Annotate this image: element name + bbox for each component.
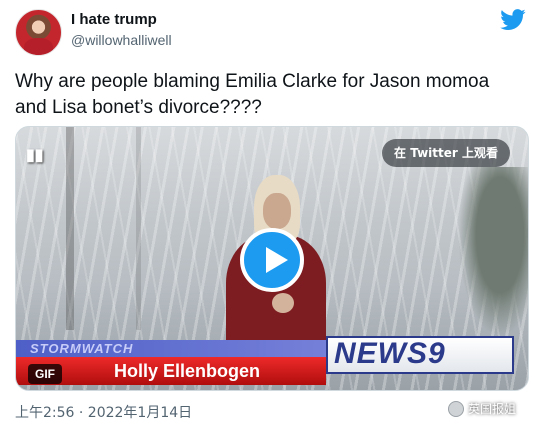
wechat-account-icon [447,401,464,417]
watermark-text: 英国报姐 [467,402,516,416]
play-icon[interactable] [240,228,304,292]
watermark: 英国报姐 [444,398,522,420]
watch-on-twitter-button[interactable]: 在 Twitter 上观看 [382,139,510,167]
stormwatch-label: STORMWATCH [30,341,134,356]
twitter-bird-icon[interactable] [500,9,526,31]
tweet-text: Why are people blaming Emilia Clarke for… [15,69,520,121]
tweet-text-line: and Lisa bonet’s divorce???? [15,97,262,118]
avatar[interactable] [15,9,62,56]
gif-media[interactable]: ▮▮ 在 Twitter 上观看 STORMWATCH Holly Ellenb… [15,126,529,391]
background-tree [458,167,528,337]
author-display-name[interactable]: I hate trump [71,11,157,28]
channel-corner-logo: ▮▮ [26,147,44,164]
news-lower-third: STORMWATCH Holly Ellenbogen NEWS9 [16,336,528,390]
tweet-text-line: Why are people blaming Emilia Clarke for… [15,71,490,92]
background-pole [66,127,74,330]
gif-badge: GIF [28,364,62,384]
tweet-timestamp[interactable]: 上午2:56 · 2022年1月14日 [15,402,192,422]
background-pole [136,127,141,330]
reporter-name: Holly Ellenbogen [114,361,261,381]
author-handle[interactable]: @willowhalliwell [71,32,172,48]
news9-logo: NEWS9 [334,337,446,370]
